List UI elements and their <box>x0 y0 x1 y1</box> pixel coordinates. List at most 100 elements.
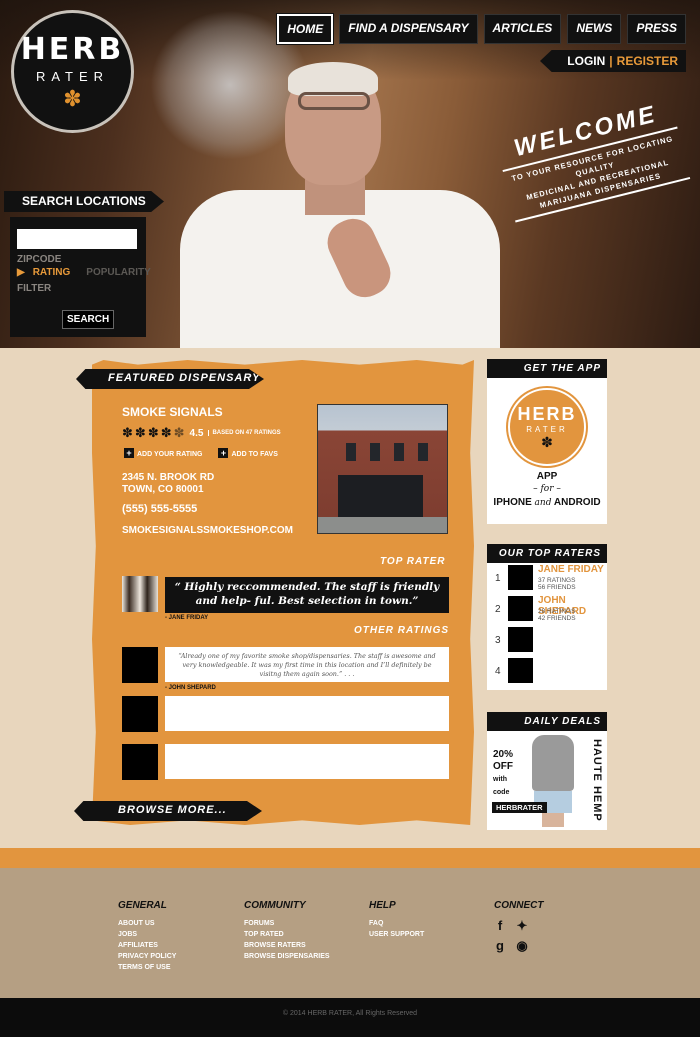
dispensary-website[interactable]: SMOKESIGNALSSMOKESHOP.COM <box>122 525 293 536</box>
sort-popularity[interactable]: POPULARITY <box>86 267 150 278</box>
rating-avatar[interactable] <box>122 744 158 780</box>
google-plus-icon[interactable]: g <box>494 938 506 954</box>
zipcode-input[interactable] <box>17 229 137 249</box>
cannabis-leaf-icon: ✽ <box>63 85 82 111</box>
footer <box>0 868 700 998</box>
android-link[interactable]: ANDROID <box>554 497 601 508</box>
deal-code-word: code <box>493 789 510 796</box>
rater-avatar <box>508 565 533 590</box>
footer-link-forums[interactable]: FORUMS <box>244 918 330 929</box>
tank-top-image <box>532 735 574 791</box>
register-link[interactable]: REGISTER <box>617 54 678 68</box>
browse-more-button[interactable]: BROWSE MORE... <box>74 801 262 821</box>
address-line-2: TOWN, CO 80001 <box>122 484 204 495</box>
nav-press[interactable]: PRESS <box>627 14 686 44</box>
rating-author[interactable]: - JOHN SHEPARD <box>165 685 216 691</box>
add-favs-button[interactable]: + ADD TO FAVS <box>218 448 278 458</box>
rater-rank: 4 <box>495 666 501 677</box>
rss-icon[interactable]: ◉ <box>516 938 528 954</box>
search-panel: ZIPCODE ▶ RATING POPULARITY FILTER SEARC… <box>10 217 151 337</box>
footer-link-browse-raters[interactable]: BROWSE RATERS <box>244 940 330 951</box>
nav-home[interactable]: HOME <box>276 13 335 45</box>
footer-link-affiliates[interactable]: AFFILIATES <box>118 940 176 951</box>
nav-articles[interactable]: ARTICLES <box>483 14 562 44</box>
top-rater-author[interactable]: - JANE FRIDAY <box>165 615 208 621</box>
footer-link-about[interactable]: ABOUT US <box>118 918 176 929</box>
add-rating-button[interactable]: + ADD YOUR RATING <box>124 448 202 458</box>
rater-stats: 28 RATINGS 42 FRIENDS <box>538 608 576 622</box>
app-for: – for – <box>533 484 561 494</box>
add-rating-label: ADD YOUR RATING <box>137 451 203 458</box>
dispensary-name[interactable]: SMOKE SIGNALS <box>122 403 223 421</box>
footer-general-title: GENERAL <box>118 900 167 911</box>
search-button[interactable]: SEARCH <box>62 310 115 329</box>
top-rater-item[interactable]: 2 JOHN SHEPARD 28 RATINGS 42 FRIENDS <box>487 594 607 625</box>
daily-deals-title: DAILY DEALS <box>487 712 607 731</box>
sidewalk <box>318 517 447 533</box>
app-text: APP – for – IPHONE and ANDROID <box>487 470 607 510</box>
building-window <box>394 443 404 461</box>
hero-person-glasses <box>298 92 370 110</box>
deal-ad[interactable]: 20% OFF with code HERBRATER HAUTE HEMP <box>487 731 607 829</box>
twitter-icon[interactable]: ✦ <box>516 918 528 934</box>
building-window <box>418 443 428 461</box>
footer-link-browse-dispensaries[interactable]: BROWSE DISPENSARIES <box>244 951 330 962</box>
top-rater-quote: “ Highly reccommended. The staff is frie… <box>165 577 449 613</box>
top-rater-title: TOP RATER <box>380 556 446 567</box>
rating-avatar[interactable] <box>122 696 158 732</box>
daily-deals-box[interactable]: DAILY DEALS 20% OFF with code HERBRATER HAU… <box>487 712 607 830</box>
plus-icon: + <box>218 448 229 458</box>
app-and: and <box>534 498 552 508</box>
rating-count: BASED ON 47 RATINGS <box>208 430 281 436</box>
footer-link-terms[interactable]: TERMS OF USE <box>118 962 176 973</box>
facebook-icon[interactable]: f <box>494 918 506 934</box>
app-logo-herb: HERB <box>517 403 577 424</box>
footer-link-faq[interactable]: FAQ <box>369 918 424 929</box>
deal-code: HERBRATER <box>492 802 547 813</box>
site-logo[interactable]: HERB RATER ✽ <box>11 10 134 133</box>
nav-news[interactable]: NEWS <box>567 14 622 44</box>
cannabis-leaf-icon: ✽ <box>541 433 553 450</box>
footer-link-support[interactable]: USER SUPPORT <box>369 929 424 940</box>
featured-dispensary-tag: FEATURED DISPENSARY <box>76 369 264 389</box>
search-locations-title: SEARCH LOCATIONS <box>4 191 164 212</box>
footer-community-title: COMMUNITY <box>244 900 306 911</box>
rating-comment <box>165 744 449 779</box>
top-rater-item[interactable]: 1 JANE FRIDAY 37 RATINGS 56 FRIENDS <box>487 563 607 594</box>
top-rater-item[interactable]: 4 <box>487 656 607 687</box>
login-link[interactable]: LOGIN <box>567 54 605 68</box>
auth-bar: LOGIN | REGISTER <box>540 50 686 72</box>
app-platforms: IPHONE and ANDROID <box>487 496 607 510</box>
top-rater-avatar[interactable] <box>122 576 158 612</box>
dispensary-photo[interactable] <box>317 404 448 534</box>
play-arrow-icon[interactable]: ▶ <box>17 267 25 278</box>
footer-help: HELP FAQ USER SUPPORT <box>369 900 424 940</box>
building-window <box>370 443 380 461</box>
nav-find-dispensary[interactable]: FIND A DISPENSARY <box>339 14 478 44</box>
rater-stats: 37 RATINGS 56 FRIENDS <box>538 577 576 591</box>
footer-link-jobs[interactable]: JOBS <box>118 929 176 940</box>
deal-with: with <box>493 776 507 783</box>
rater-name[interactable]: JANE FRIDAY <box>538 564 604 575</box>
filter-label[interactable]: FILTER <box>17 283 139 294</box>
dispensary-phone[interactable]: (555) 555-5555 <box>122 503 197 515</box>
rater-avatar <box>508 627 533 652</box>
rater-ratings: 28 RATINGS <box>538 608 576 615</box>
footer-community: COMMUNITY FORUMS TOP RATED BROWSE RATERS… <box>244 900 330 962</box>
top-rater-item[interactable]: 3 <box>487 625 607 656</box>
deal-discount: 20% OFF with code <box>493 749 513 799</box>
sort-rating[interactable]: RATING <box>33 267 71 278</box>
building-window <box>346 443 356 461</box>
dispensary-name-text: SMOKE SIGNALS <box>122 405 223 419</box>
dispensary-address: 2345 N. BROOK RD TOWN, CO 80001 <box>122 472 214 496</box>
app-logo[interactable]: HERB RATER ✽ <box>508 388 586 466</box>
iphone-link[interactable]: IPHONE <box>493 497 531 508</box>
star-rating: ✽ ✽ ✽ ✽ ✽ 4.5 BASED ON 47 RATINGS <box>122 425 281 441</box>
footer-link-top-rated[interactable]: TOP RATED <box>244 929 330 940</box>
rater-rank: 1 <box>495 573 501 584</box>
rater-friends: 56 FRIENDS <box>538 584 576 591</box>
rating-avatar[interactable] <box>122 647 158 683</box>
footer-link-privacy[interactable]: PRIVACY POLICY <box>118 951 176 962</box>
add-favs-label: ADD TO FAVS <box>231 451 278 458</box>
app-logo-rater: RATER <box>526 424 568 434</box>
